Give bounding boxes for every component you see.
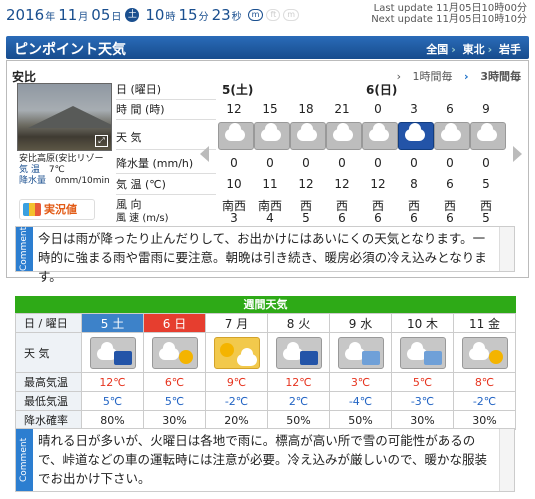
cloudy-icon [434,122,470,150]
row-day: 5(土) 6(日) [222,83,398,97]
breadcrumb: 全国 › 東北 › 岩手 [426,43,521,56]
unit-toggle-m[interactable]: m [247,9,264,21]
unit-toggle-m2[interactable]: m [283,9,300,21]
jikkyo-button[interactable]: 実況値 [19,199,95,220]
comment-scrollbar[interactable] [499,227,514,271]
top-bar: 2016 年 11 月 05 日 土 10 時 15 分 23 秒 m ft m Last … [0,0,535,30]
cloudy-icon [470,122,506,150]
row-windspeed: 34566665 [230,211,490,225]
weekly-min-row: 最低気温 5℃ 5℃ -2℃ 2℃ -4℃ -3℃ -2℃ [15,391,516,411]
unit-toggle-ft[interactable]: ft [266,9,281,21]
cloudy-icon [254,122,290,150]
row-label-day: 日 (曜日) [116,81,216,100]
rain-icon [398,122,434,150]
cloud-sun-icon [151,336,198,369]
weekly-weather-row: 天 気 [15,332,516,373]
cloud-rain-icon [89,336,136,369]
weekday-badge: 土 [125,8,140,22]
section-header: ピンポイント天気 全国 › 東北 › 岩手 [6,36,529,59]
cloud-snow-icon [399,336,446,369]
current-datetime: 2016 年 11 月 05 日 土 10 時 15 分 23 秒 m ft m [6,6,300,24]
breadcrumb-zenkoku[interactable]: 全国 [426,43,448,56]
row-temp: 10 11 12 12 12 8 6 5 [226,177,490,191]
row-weather [216,122,506,150]
cloud-snow-icon [337,336,384,369]
cloud-rain-icon [275,336,322,369]
expand-icon[interactable]: ⤢ [95,135,108,147]
cloudy-icon [326,122,362,150]
row-label-time: 時 間 (時) [116,101,216,120]
weekly-comment: Comment 晴れる日が多いが、火曜日は各地で雨に。標高が高い所で雪の可能性が… [15,428,515,492]
live-camera-photo[interactable]: ⤢ [17,83,112,151]
cloudy-icon [218,122,254,150]
today-comment: Comment 今日は雨が降ったり止んだりして、お出かけにはあいにくの天気となり… [15,226,515,284]
cloudy-icon [290,122,326,150]
weekly-day-row: 日 / 曜日 5 土 6 日 7 月 8 火 9 水 10 木 11 金 [15,313,516,333]
page-title: ピンポイント天気 [14,42,126,58]
row-time: 12 15 18 21 0 3 6 9 [226,102,490,116]
weekly-pop-row: 降水確率 80% 30% 20% 50% 50% 30% 30% [15,410,516,430]
cloudy-icon [362,122,398,150]
row-precip: 00000000 [230,156,490,170]
cloud-sun-icon [461,336,508,369]
weekly-title: 週間天気 [15,296,516,313]
row-label-temp: 気 温 (℃) [116,176,216,195]
sun-cloud-icon [213,336,260,369]
breadcrumb-tohoku[interactable]: 東北 [463,43,485,56]
row-label-precip: 降水量 (mm/h) [116,155,216,174]
breadcrumb-iwate[interactable]: 岩手 [499,43,521,56]
update-times: Last update 11月05日10時00分 Next update 11月… [371,3,527,25]
next-arrow-icon[interactable] [513,146,522,162]
chart-icon [23,203,41,216]
weekly-max-row: 最高気温 12℃ 6℃ 9℃ 12℃ 3℃ 5℃ 8℃ [15,372,516,392]
observation-info: 安比高原(安比リゾー 気 温 7℃ 降水量 0mm/10min [19,154,110,186]
comment-scrollbar[interactable] [499,429,514,491]
weekly-table: 日 / 曜日 5 土 6 日 7 月 8 火 9 水 10 木 11 金 天 気… [15,313,516,430]
